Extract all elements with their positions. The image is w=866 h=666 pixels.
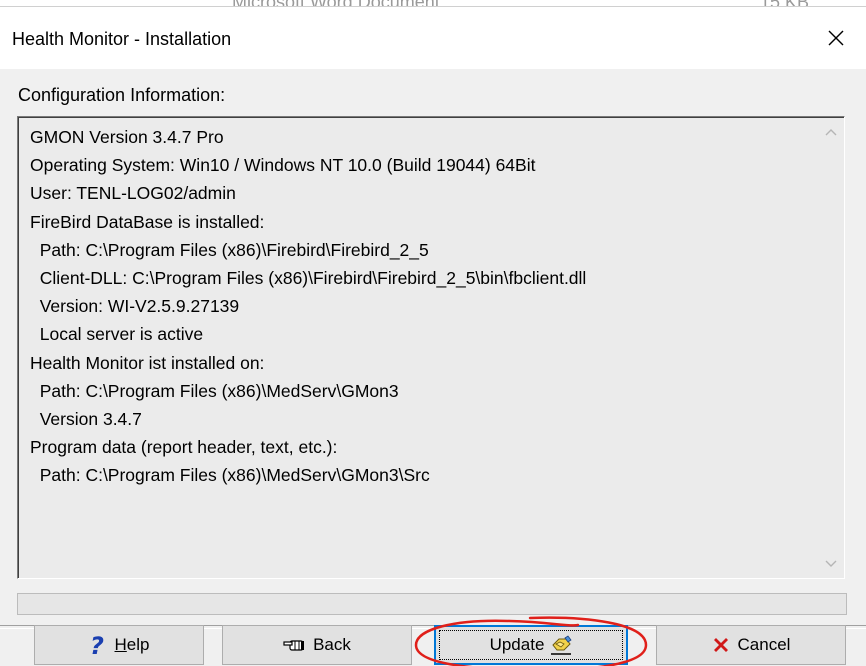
vertical-scrollbar[interactable] xyxy=(819,119,843,577)
title-bar[interactable]: Health Monitor - Installation xyxy=(0,7,866,69)
config-line: Health Monitor ist installed on: xyxy=(30,352,265,373)
help-button[interactable]: ? Help xyxy=(34,625,204,665)
configuration-info-text: GMON Version 3.4.7 Pro Operating System: … xyxy=(30,123,586,489)
installation-dialog: Health Monitor - Installation Configurat… xyxy=(0,6,866,666)
config-line: Program data (report header, text, etc.)… xyxy=(30,437,338,458)
window-title: Health Monitor - Installation xyxy=(12,29,232,49)
dialog-client-area: Configuration Information: GMON Version … xyxy=(0,69,866,666)
config-line: Path: C:\Program Files (x86)\MedServ\GMo… xyxy=(30,465,430,486)
help-button-label: Help xyxy=(114,635,150,654)
progress-bar xyxy=(17,593,847,615)
cancel-button[interactable]: Cancel xyxy=(656,625,846,665)
config-line: GMON Version 3.4.7 Pro xyxy=(30,127,224,147)
close-icon xyxy=(828,30,844,46)
red-x-icon xyxy=(712,636,730,654)
scroll-up-icon[interactable] xyxy=(825,127,837,139)
close-button[interactable] xyxy=(806,7,866,69)
config-line: User: TENL-LOG02/admin xyxy=(30,183,236,204)
config-line: FireBird DataBase is installed: xyxy=(30,211,265,232)
back-button[interactable]: Back xyxy=(222,625,412,665)
config-line: Operating System: Win10 / Windows NT 10.… xyxy=(30,155,536,176)
config-line: Version 3.4.7 xyxy=(30,408,142,429)
screen: Microsoft Word Document 15 KB Health Mon… xyxy=(0,0,866,666)
update-button-label: Update xyxy=(489,635,545,654)
config-line: Client-DLL: C:\Program Files (x86)\Fireb… xyxy=(30,267,587,288)
svg-text:?: ? xyxy=(90,633,104,657)
config-line: Path: C:\Program Files (x86)\MedServ\GMo… xyxy=(30,380,399,401)
config-line: Local server is active xyxy=(30,324,204,345)
pointing-hand-icon xyxy=(283,638,305,652)
update-button[interactable]: Update xyxy=(434,625,628,665)
back-button-label: Back xyxy=(313,635,351,654)
config-line: Path: C:\Program Files (x86)\Firebird\Fi… xyxy=(30,239,429,260)
scroll-down-icon[interactable] xyxy=(825,557,837,569)
configuration-info-memo[interactable]: GMON Version 3.4.7 Pro Operating System: … xyxy=(17,116,845,579)
question-mark-icon: ? xyxy=(89,633,107,657)
config-line: Version: WI-V2.5.9.27139 xyxy=(30,296,240,317)
cancel-button-label: Cancel xyxy=(737,635,791,654)
handshake-icon xyxy=(550,635,572,655)
configuration-label: Configuration Information: xyxy=(18,85,226,105)
